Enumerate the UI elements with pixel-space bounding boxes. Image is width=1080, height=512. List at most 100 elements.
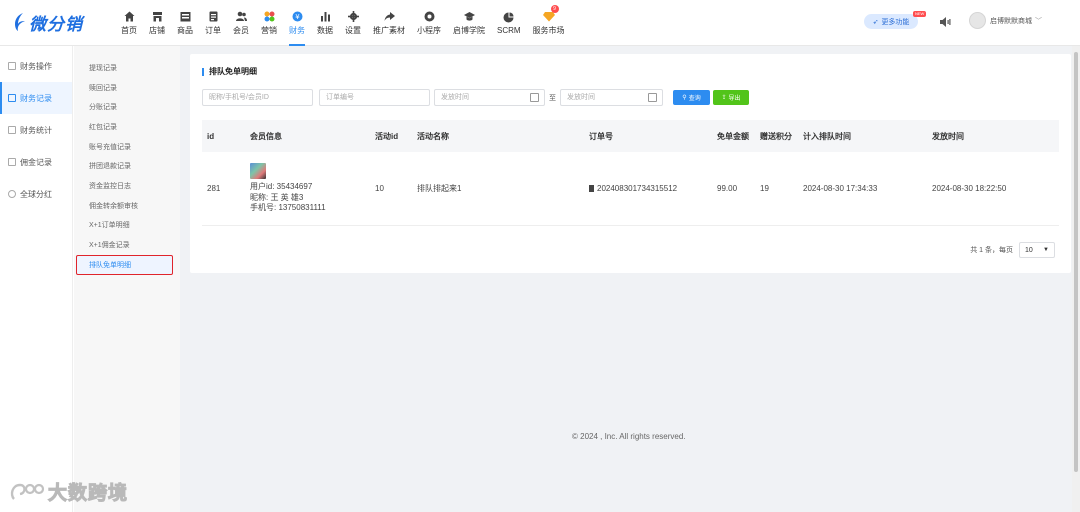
sidebar-item-finance-ops[interactable]: 财务操作 (0, 50, 72, 82)
start-date-input[interactable] (434, 89, 545, 106)
rocket-icon: ➶ (872, 18, 879, 26)
finance-ops-icon (8, 62, 16, 70)
records-icon (8, 94, 16, 102)
submenu-item[interactable]: 拼团退款记录 (74, 156, 180, 176)
nav-miniapp[interactable]: 小程序 (411, 0, 447, 46)
cell-issue-time: 2024-08-30 18:22:50 (932, 184, 1007, 193)
submenu-item[interactable]: 红包记录 (74, 117, 180, 137)
filter-bar: 至 ⚲ 查询 ⇪ 导出 (202, 89, 749, 106)
sidebar-item-finance-stats[interactable]: 财务统计 (0, 114, 72, 146)
logo[interactable]: 微分销 (12, 10, 83, 34)
watermark: 大数跨境 (8, 478, 128, 505)
table-row[interactable]: 281 用户id: 35434697 昵称: 王 英 雄3 手机号: 13750… (202, 152, 1059, 226)
member-search-input[interactable] (202, 89, 313, 106)
store-icon (151, 10, 163, 22)
order-number-input[interactable] (319, 89, 430, 106)
nav-label: 服务市场 (532, 26, 565, 35)
nav-finance[interactable]: ¥ 财务 (283, 0, 311, 46)
nav-store[interactable]: 店铺 (143, 0, 171, 46)
submenu-item[interactable]: 账号充值记录 (74, 137, 180, 157)
more-features-button[interactable]: ➶ 更多功能 (864, 14, 918, 29)
nav-service-market[interactable]: 9 服务市场 (527, 0, 571, 46)
cell-order-no[interactable]: 202408301734315512 (589, 184, 717, 193)
nav-marketing[interactable]: 营销 (255, 0, 283, 46)
submenu-item[interactable]: 佣金转余额审核 (74, 196, 180, 216)
scrm-icon (503, 11, 515, 23)
end-date-picker[interactable] (560, 89, 663, 106)
logo-text: 微分销 (29, 14, 83, 34)
member-nickname: 昵称: 王 英 雄3 (250, 192, 304, 202)
submenu-item[interactable]: 提现记录 (74, 58, 180, 78)
submenu-item-active[interactable]: 排队免单明细 (76, 254, 173, 275)
document-icon (589, 185, 594, 192)
member-phone: 手机号: 13750831111 (250, 203, 326, 213)
logo-icon (15, 13, 25, 31)
nav-label: 数据 (317, 26, 333, 35)
column-header[interactable]: 免单金额 (717, 131, 760, 142)
column-header[interactable]: 赠送积分 (760, 131, 803, 142)
column-header[interactable]: 计入排队时间 (803, 131, 932, 142)
submenu: 提现记录 赎回记录 分账记录 红包记录 账号充值记录 拼团退款记录 资金监控日志… (74, 46, 180, 512)
more-features-label: 更多功能 (881, 18, 910, 26)
nav-member[interactable]: 会员 (227, 0, 255, 46)
query-button[interactable]: ⚲ 查询 (673, 90, 710, 105)
caret-down-icon: ▼ (1043, 247, 1049, 253)
finance-icon: ¥ (291, 10, 303, 22)
nav-promo-material[interactable]: 推广素材 (367, 0, 411, 46)
sidebar-item-label: 全球分红 (20, 189, 52, 199)
nav-data[interactable]: 数据 (311, 0, 339, 46)
export-button[interactable]: ⇪ 导出 (713, 90, 749, 105)
page-title: 排队免单明细 (202, 68, 257, 76)
nav-academy[interactable]: 启博学院 (447, 0, 491, 46)
sidebar-item-commission-records[interactable]: 佣金记录 (0, 146, 72, 178)
nav-label: 店铺 (149, 26, 165, 35)
column-header[interactable]: 会员信息 (246, 131, 375, 142)
submenu-item[interactable]: 分账记录 (74, 97, 180, 117)
column-header[interactable]: 活动名称 (417, 131, 589, 142)
submenu-item[interactable]: 赎回记录 (74, 78, 180, 98)
cell-activity-name: 排队排起来1 (417, 184, 462, 193)
nav-order[interactable]: 订单 (199, 0, 227, 46)
nav-scrm[interactable]: SCRM (491, 0, 527, 46)
column-header[interactable]: 活动id (375, 131, 417, 142)
pagination: 共 1 条，每页 10 ▼ (970, 242, 1055, 258)
nav-home[interactable]: 首页 (115, 0, 143, 46)
pagination-total: 共 1 条，每页 (970, 247, 1013, 254)
nav-goods[interactable]: 商品 (171, 0, 199, 46)
scrollbar-thumb[interactable] (1074, 52, 1078, 472)
cell-points: 19 (760, 184, 769, 193)
speaker-icon[interactable] (939, 16, 951, 28)
share-icon (383, 10, 395, 22)
column-header[interactable]: 发放时间 (932, 131, 1059, 142)
user-name: 启博默默商城 (990, 17, 1032, 25)
submenu-item[interactable]: 资金监控日志 (74, 176, 180, 196)
nav-label: SCRM (497, 26, 521, 35)
calendar-icon (530, 93, 539, 102)
user-menu[interactable]: 启博默默商城 ﹀ (969, 12, 1042, 29)
academy-icon (463, 10, 475, 22)
watermark-logo-icon (10, 483, 45, 500)
column-header[interactable]: id (202, 132, 246, 141)
page-size-select[interactable]: 10 ▼ (1019, 242, 1055, 258)
column-header[interactable]: 订单号 (589, 131, 717, 142)
nav-label: 会员 (233, 26, 249, 35)
cell-amount: 99.00 (717, 184, 738, 193)
export-button-label: 导出 (728, 96, 741, 102)
sidebar-item-finance-records[interactable]: 财务记录 (0, 82, 72, 114)
order-icon (207, 10, 219, 22)
marketing-icon (263, 10, 275, 22)
sidebar-item-global-dividend[interactable]: 全球分红 (0, 178, 72, 210)
submenu-item[interactable]: X+1佣金记录 (74, 235, 180, 255)
cell-activity-id: 10 (375, 184, 384, 193)
scrollbar[interactable] (1072, 46, 1080, 512)
footer-copyright: © 2024 , Inc. All rights reserved. (572, 432, 686, 441)
nav-settings[interactable]: 设置 (339, 0, 367, 46)
member-icon (235, 10, 247, 22)
chart-icon (319, 10, 331, 22)
page-size-value: 10 (1025, 246, 1033, 254)
submenu-item[interactable]: X+1订单明细 (74, 216, 180, 236)
sidebar-item-label: 财务操作 (20, 61, 52, 71)
nav-label: 推广素材 (373, 26, 405, 35)
nav-label: 营销 (261, 26, 277, 35)
start-date-picker[interactable] (434, 89, 545, 106)
